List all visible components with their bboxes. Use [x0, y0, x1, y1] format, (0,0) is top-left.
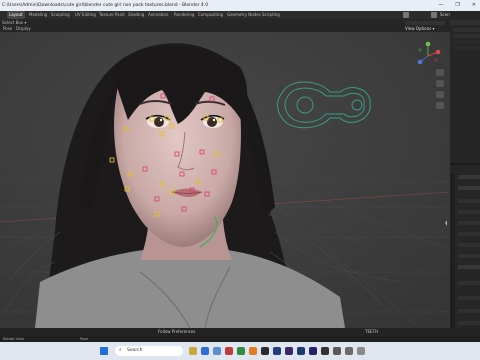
gizmo-x-icon [435, 49, 441, 55]
app-icon[interactable] [225, 347, 233, 355]
outliner-row[interactable] [453, 46, 480, 50]
viewport-footer-bar: Follow Preferences TEETH [0, 328, 480, 336]
zoom-icon [436, 69, 444, 76]
tab-uv-editing[interactable]: UV Editing [73, 11, 98, 19]
select-box-dropdown[interactable]: Select Box ▾ [2, 20, 26, 25]
tab-compositing[interactable]: Compositing [196, 11, 225, 19]
outliner-row[interactable] [453, 34, 480, 38]
properties-row[interactable] [458, 210, 480, 214]
tab-sculpting[interactable]: Sculpting [49, 11, 72, 19]
3d-viewport[interactable] [0, 32, 450, 328]
tab-rendering[interactable]: Rendering [172, 11, 196, 19]
scene-browse-icon[interactable] [431, 12, 437, 18]
properties-row[interactable] [458, 254, 480, 258]
app-icon[interactable] [237, 347, 245, 355]
perspective-toggle-icon [436, 102, 444, 109]
tab-animation[interactable]: Animation [146, 11, 170, 19]
properties-tab-strip[interactable] [450, 173, 455, 332]
window-title: C:\Users\Admin\Downloads\cute girl\blend… [2, 3, 209, 8]
properties-row[interactable] [458, 321, 480, 325]
app-icon[interactable] [297, 347, 305, 355]
properties-row[interactable] [458, 199, 480, 203]
minimize-icon[interactable]: — [438, 0, 443, 11]
taskbar-search[interactable]: ⌕ Search [115, 346, 183, 356]
properties-row[interactable] [458, 243, 480, 247]
tab-layout[interactable]: Layout [7, 11, 25, 19]
properties-row[interactable] [458, 186, 480, 190]
tab-shading[interactable]: Shading [126, 11, 146, 19]
photoshop-icon[interactable] [273, 347, 281, 355]
close-icon[interactable]: ✕ [472, 0, 476, 11]
after-effects-icon[interactable] [309, 347, 317, 355]
properties-row[interactable] [458, 232, 480, 236]
gizmo-z-icon [417, 59, 423, 65]
search-placeholder: Search [127, 348, 143, 353]
premiere-icon[interactable] [285, 347, 293, 355]
view-options-dropdown[interactable]: View Options ▾ [405, 26, 434, 31]
outliner-row-scene-collection[interactable] [453, 28, 480, 32]
maximize-icon[interactable]: ❐ [455, 0, 459, 11]
display-menu[interactable]: Display [16, 26, 31, 31]
app-icon[interactable] [333, 347, 341, 355]
viewport-shading-toolbar[interactable] [405, 21, 445, 25]
follow-preferences-label[interactable]: Follow Preferences [158, 328, 195, 336]
search-icon: ⌕ [119, 348, 122, 353]
tab-modeling[interactable]: Modeling [27, 11, 49, 19]
pan-hand-icon [436, 80, 444, 87]
right-panel [450, 11, 480, 332]
properties-row[interactable] [458, 309, 480, 313]
app-icon[interactable] [213, 347, 221, 355]
gizmo-y-icon [425, 41, 431, 47]
camera-view-icon [436, 91, 444, 98]
scene-selector-icon[interactable] [403, 12, 409, 18]
tab-scripting[interactable]: Scripting [260, 11, 282, 19]
file-explorer-icon[interactable] [189, 347, 197, 355]
tab-texture-paint[interactable]: Texture Paint [97, 11, 127, 19]
tab-geometry-nodes[interactable]: Geometry Nodes [225, 11, 263, 19]
browser-icon[interactable] [201, 347, 209, 355]
properties-row[interactable] [458, 265, 480, 269]
app-icon[interactable] [357, 347, 365, 355]
viewport-canvas[interactable] [0, 32, 450, 328]
start-windows-icon[interactable] [100, 347, 108, 355]
viewport-header: Select Box ▾ Pose Display View Options ▾ [0, 19, 450, 32]
properties-row[interactable] [458, 281, 480, 285]
pose-menu[interactable]: Pose [3, 26, 12, 31]
app-icon[interactable] [345, 347, 353, 355]
app-icon[interactable] [321, 347, 329, 355]
app-icon[interactable] [261, 347, 269, 355]
workspace-tabs: Layout Modeling Sculpting UV Editing Tex… [0, 11, 480, 19]
window-title-bar: C:\Users\Admin\Downloads\cute girl\blend… [0, 0, 480, 11]
properties-row[interactable] [458, 221, 480, 225]
panel-divider [450, 163, 480, 165]
taskbar: ⌕ Search [0, 342, 480, 360]
outliner-header [450, 20, 480, 25]
teeth-field[interactable]: TEETH [365, 328, 378, 336]
blender-icon[interactable] [249, 347, 257, 355]
properties-row[interactable] [458, 175, 480, 179]
outliner-row[interactable] [453, 40, 480, 44]
properties-row[interactable] [458, 296, 480, 300]
